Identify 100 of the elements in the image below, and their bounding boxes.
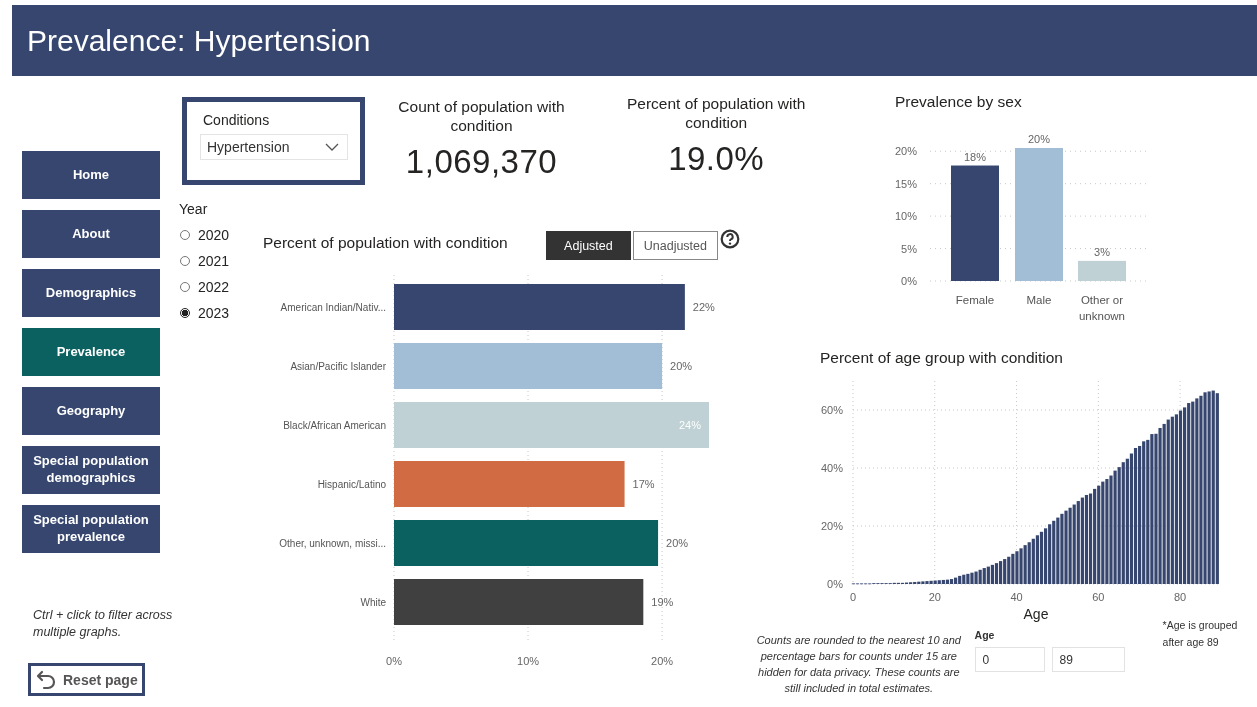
bar[interactable] [1088, 493, 1093, 584]
bar[interactable] [937, 580, 941, 584]
category-label: Female [955, 294, 995, 306]
bar[interactable] [1027, 542, 1031, 584]
bar[interactable] [1076, 501, 1080, 584]
bar[interactable] [954, 577, 958, 584]
age-max-field[interactable]: 89 [1051, 647, 1125, 672]
bar[interactable] [945, 579, 950, 584]
bar[interactable] [1187, 403, 1191, 584]
bar[interactable] [1101, 481, 1105, 584]
bar[interactable] [958, 575, 962, 584]
bar[interactable] [1150, 434, 1154, 584]
category-label: White [360, 597, 386, 608]
bar[interactable] [1052, 520, 1056, 584]
bar[interactable] [1072, 504, 1076, 584]
bar[interactable] [986, 566, 990, 584]
axis-tick-label: 20% [895, 145, 917, 158]
age-min-field[interactable]: 0 [974, 647, 1045, 672]
axis-tick-label: 60 [1092, 591, 1105, 603]
data-label: 18% [964, 150, 986, 163]
bar[interactable] [1031, 538, 1035, 584]
age-filter-label: Age [974, 629, 996, 641]
nav-button[interactable]: About [22, 210, 160, 258]
conditions-dropdown[interactable]: Hypertension [200, 134, 348, 160]
bar[interactable] [1162, 423, 1166, 584]
bar[interactable] [921, 581, 925, 584]
bar[interactable] [994, 563, 999, 584]
bar[interactable] [1178, 410, 1183, 584]
bar[interactable] [974, 571, 978, 584]
bar[interactable] [1003, 559, 1007, 584]
bar[interactable] [1080, 497, 1084, 584]
year-radio[interactable]: 2020 [180, 222, 250, 248]
bar[interactable] [1183, 407, 1187, 584]
data-label: 20% [670, 360, 693, 372]
bar[interactable] [1191, 401, 1195, 584]
axis-tick-label: 0% [827, 578, 843, 590]
year-radio[interactable]: 2022 [180, 274, 250, 300]
bar[interactable] [1117, 467, 1121, 584]
bar[interactable] [1121, 462, 1125, 584]
bar[interactable] [1023, 545, 1027, 584]
bar[interactable] [966, 573, 970, 584]
bar[interactable] [1174, 414, 1178, 584]
data-label: 19% [651, 596, 674, 608]
bar[interactable] [949, 579, 954, 584]
nav-button[interactable]: Special population demographics [22, 446, 160, 494]
bar[interactable] [1048, 524, 1052, 584]
bar[interactable] [1138, 445, 1142, 584]
bar[interactable] [990, 564, 994, 584]
bar[interactable] [1129, 453, 1134, 584]
bar[interactable] [1044, 528, 1048, 584]
nav-button[interactable]: Special population prevalence [22, 505, 160, 553]
bar[interactable] [1068, 507, 1072, 584]
year-radio[interactable]: 2021 [180, 248, 250, 274]
bar[interactable] [913, 581, 917, 584]
toggle-button[interactable]: Adjusted [546, 231, 631, 260]
bar[interactable] [1093, 488, 1097, 584]
bar[interactable] [1211, 390, 1215, 584]
bar[interactable] [1056, 517, 1060, 584]
year-radio[interactable]: 2023 [180, 300, 250, 326]
axis-tick-label: 10% [895, 210, 917, 223]
bar[interactable] [1166, 419, 1170, 584]
chart-title: Percent of population with condition [263, 234, 508, 252]
bar[interactable] [1097, 485, 1101, 584]
bar[interactable] [970, 572, 974, 584]
nav-button[interactable]: Demographics [22, 269, 160, 317]
bar[interactable] [1215, 393, 1219, 584]
bar[interactable] [1142, 441, 1146, 584]
bar[interactable] [1170, 416, 1174, 584]
bar[interactable] [1039, 531, 1044, 584]
bar[interactable] [962, 574, 966, 584]
axis-tick-label: 40 [1010, 591, 1023, 603]
nav-button[interactable]: Prevalence [22, 328, 160, 376]
bar[interactable] [1011, 553, 1015, 584]
undo-icon [35, 668, 57, 691]
nav-button[interactable]: Home [22, 151, 160, 199]
category-label: American Indian/Nativ... [280, 302, 386, 313]
bar[interactable] [941, 579, 945, 584]
bar[interactable] [1007, 556, 1011, 584]
bar[interactable] [999, 561, 1003, 584]
privacy-note: Counts are rounded to the nearest 10 and percentage bars for counts under 15 are hidden for data privacy. These counts are still included in total estimates. [755, 633, 962, 696]
toggle-button[interactable]: Unadjusted [632, 231, 718, 260]
bar[interactable] [917, 581, 921, 584]
bar[interactable] [1195, 398, 1199, 584]
year-label: Year [179, 201, 209, 217]
bar[interactable] [933, 580, 937, 584]
bar[interactable] [1084, 494, 1089, 584]
bar[interactable] [978, 569, 982, 584]
help-icon[interactable] [720, 229, 740, 249]
kpi-value: 19.0% [668, 140, 765, 178]
bar[interactable] [1146, 439, 1150, 584]
reset-button[interactable]: Reset page [28, 663, 145, 696]
bar[interactable] [982, 568, 986, 584]
bar[interactable] [1125, 458, 1129, 584]
kpi-title: Percent of population with condition [625, 94, 807, 132]
data-label: 20% [666, 537, 689, 549]
bar[interactable] [1133, 448, 1138, 584]
bar[interactable] [1035, 535, 1039, 584]
bar[interactable] [929, 580, 933, 584]
nav-button[interactable]: Geography [22, 387, 160, 435]
bar[interactable] [1207, 391, 1211, 584]
